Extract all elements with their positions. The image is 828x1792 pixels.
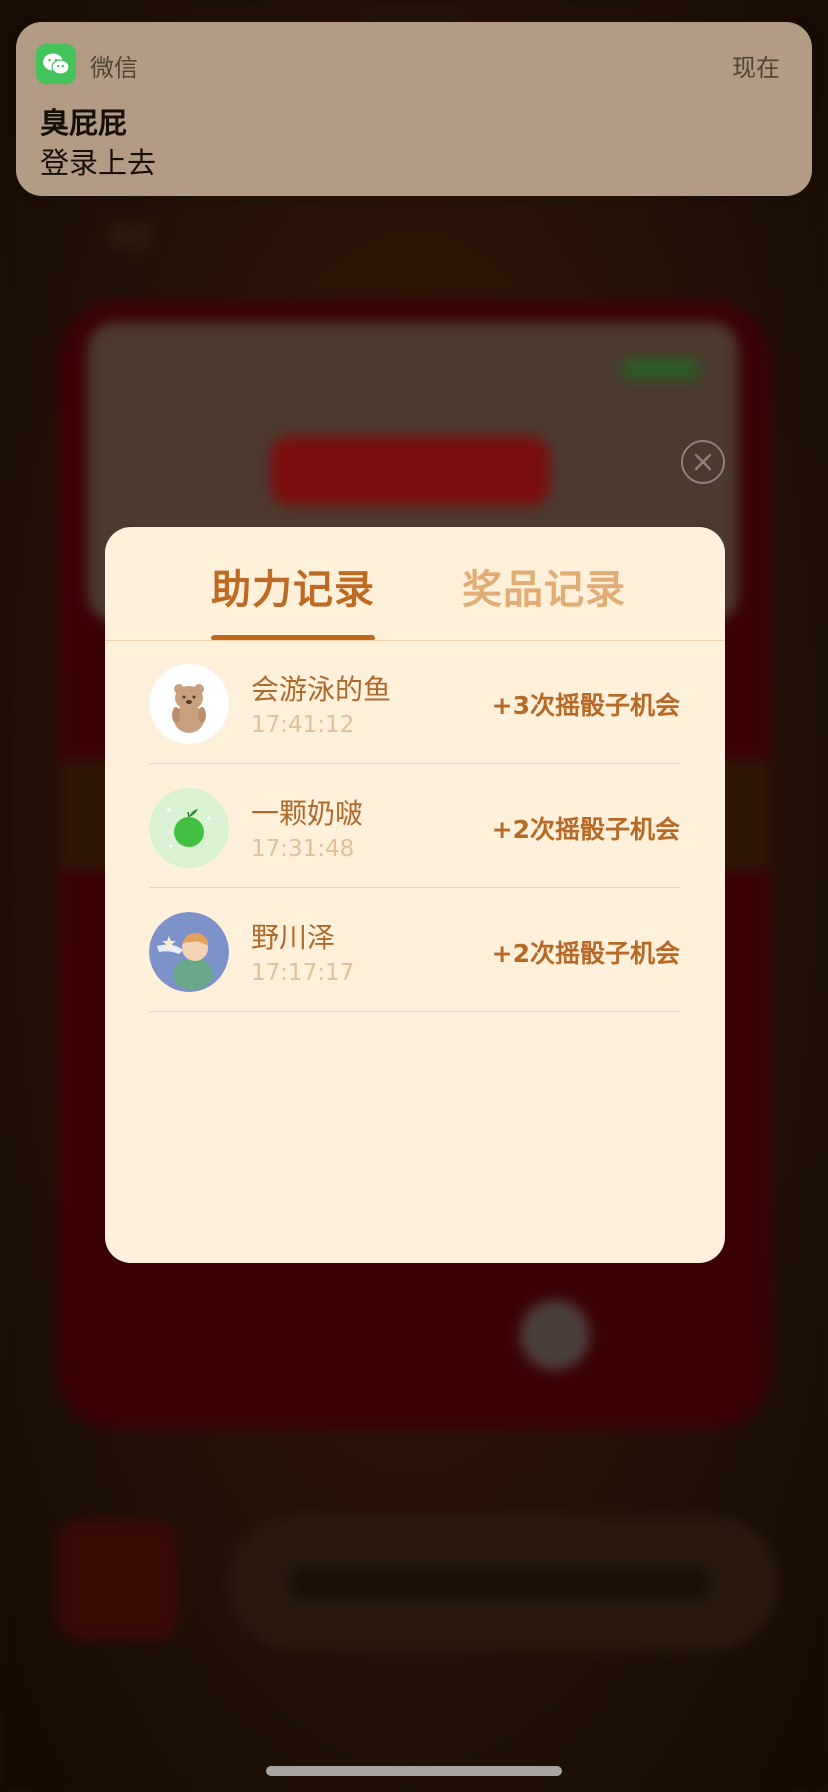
bear-avatar-icon (149, 664, 229, 744)
close-button[interactable] (681, 440, 725, 484)
wechat-icon (36, 44, 76, 84)
record-reward: +2次摇骰子机会 (491, 815, 680, 844)
record-row: 一颗奶啵 17:31:48 +2次摇骰子机会 (149, 764, 680, 888)
tab-assist-records[interactable]: 助力记录 (211, 557, 375, 613)
notification-title: 臭屁屁 (40, 106, 128, 140)
background-bottom-icon (58, 1520, 178, 1640)
background-bottom-button-text (290, 1566, 710, 1600)
notification-body: 登录上去 (40, 146, 157, 180)
boy-avatar-icon (149, 912, 229, 992)
record-name: 野川泽 (251, 921, 336, 954)
record-reward: +2次摇骰子机会 (491, 939, 680, 968)
record-time: 17:41:12 (251, 712, 355, 738)
record-time: 17:31:48 (251, 836, 355, 862)
wechat-notification[interactable]: 微信 现在 臭屁屁 登录上去 (16, 22, 812, 196)
background-icon (108, 222, 152, 250)
record-row: 会游泳的鱼 17:41:12 +3次摇骰子机会 (149, 640, 680, 764)
record-row: 野川泽 17:17:17 +2次摇骰子机会 (149, 888, 680, 1012)
records-modal: 助力记录 奖品记录 会游泳的鱼 17:41:12 +3次摇骰子机会 一颗奶啵 1… (105, 527, 725, 1263)
record-reward: +3次摇骰子机会 (491, 691, 680, 720)
record-name: 会游泳的鱼 (251, 673, 392, 706)
background-title (270, 436, 550, 506)
background-shape (520, 1300, 590, 1370)
record-time: 17:17:17 (251, 960, 355, 986)
home-indicator[interactable] (266, 1766, 562, 1776)
close-icon (694, 453, 712, 471)
record-name: 一颗奶啵 (251, 797, 364, 830)
green-apple-avatar-icon (149, 788, 229, 868)
tab-prize-records[interactable]: 奖品记录 (462, 557, 626, 613)
notification-app-name: 微信 (90, 54, 138, 82)
background-pill (620, 358, 700, 380)
notification-time: 现在 (732, 54, 780, 82)
